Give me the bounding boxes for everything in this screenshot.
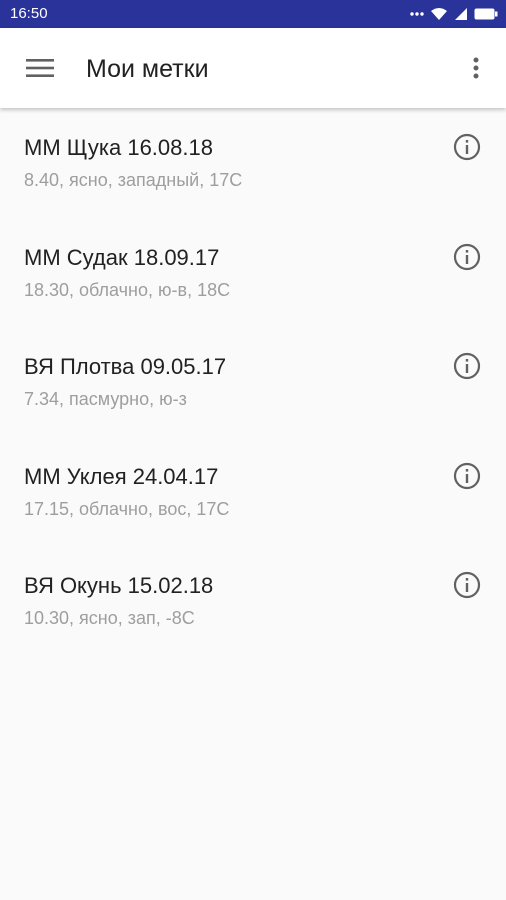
marks-list: ММ Щука 16.08.18 8.40, ясно, западный, 1… [0, 108, 506, 656]
info-button[interactable] [452, 351, 482, 381]
wifi-icon [431, 8, 447, 20]
menu-button[interactable] [16, 46, 64, 90]
item-title: ВЯ Плотва 09.05.17 [24, 354, 227, 379]
item-details: 17.15, облачно, вос, 17С [24, 498, 230, 519]
status-icons [404, 4, 498, 24]
info-icon [453, 352, 481, 380]
list-item[interactable]: ММ Уклея 24.04.17 17.15, облачно, вос, 1… [0, 437, 506, 547]
hamburger-menu-icon [26, 59, 54, 77]
list-item[interactable]: ММ Щука 16.08.18 8.40, ясно, западный, 1… [0, 108, 506, 218]
info-icon [453, 133, 481, 161]
item-details: 7.34, пасмурно, ю-з [24, 389, 187, 409]
info-button[interactable] [452, 242, 482, 272]
item-details: 18.30, облачно, ю-в, 18С [24, 279, 231, 300]
item-details: 8.40, ясно, западный, 17С [24, 170, 243, 190]
overflow-menu-button[interactable] [460, 46, 492, 90]
dots-icon [410, 12, 424, 16]
list-item[interactable]: ММ Судак 18.09.17 18.30, облачно, ю-в, 1… [0, 218, 506, 328]
info-icon [453, 462, 481, 489]
info-button[interactable] [452, 132, 482, 162]
item-title: ММ Судак 18.09.17 [24, 244, 220, 270]
item-title: ВЯ Окунь 15.02.18 [24, 573, 214, 598]
more-vertical-icon [473, 57, 479, 79]
status-time: 16:50 [10, 5, 48, 22]
item-details: 10.30, ясно, зап, -8С [24, 608, 195, 628]
list-item[interactable]: ВЯ Плотва 09.05.17 7.34, пасмурно, ю-з [0, 327, 506, 437]
info-button[interactable] [452, 570, 482, 600]
status-bar: 16:50 [0, 0, 506, 28]
info-button[interactable] [452, 461, 482, 491]
page-title: Мои метки [86, 55, 209, 83]
item-title: ММ Щука 16.08.18 [24, 135, 213, 160]
list-item[interactable]: ВЯ Окунь 15.02.18 10.30, ясно, зап, -8С [0, 546, 506, 656]
info-icon [453, 243, 481, 270]
info-icon [453, 571, 481, 599]
signal-icon [455, 8, 467, 20]
battery-icon [474, 8, 498, 20]
item-title: ММ Уклея 24.04.17 [24, 463, 219, 489]
app-toolbar: Мои метки [0, 28, 506, 108]
